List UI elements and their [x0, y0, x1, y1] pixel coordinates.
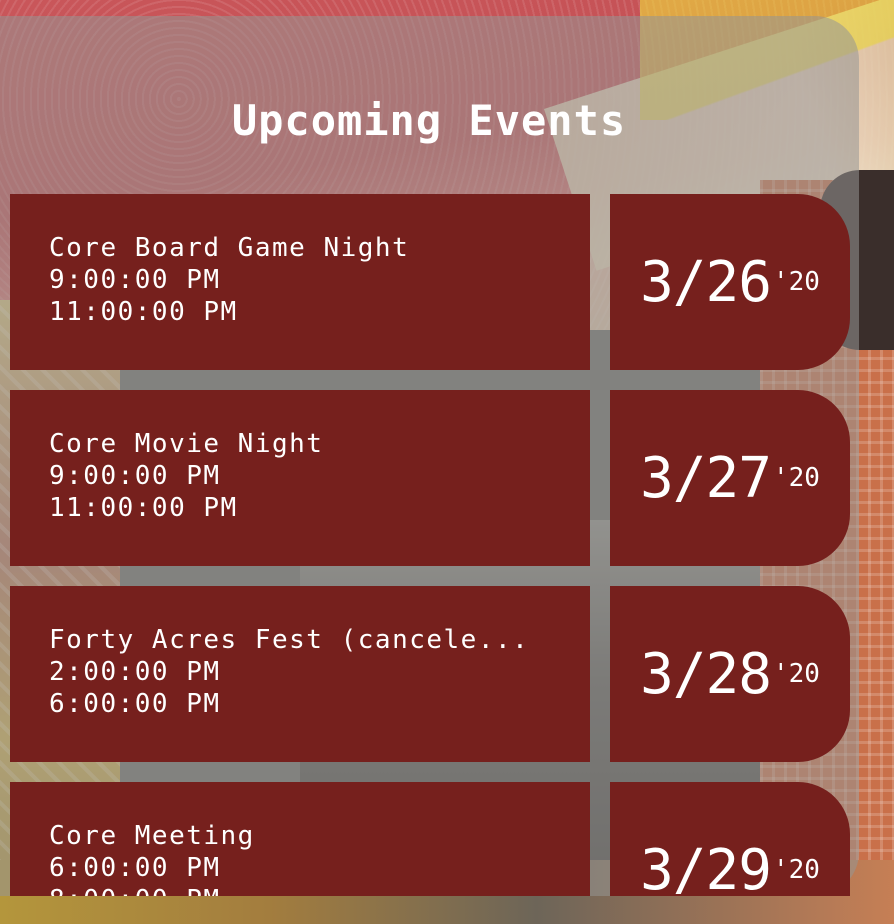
event-info-card[interactable]: Core Movie Night 9:00:00 PM 11:00:00 PM [10, 390, 590, 566]
event-date: 3/27 [640, 445, 772, 511]
event-date: 3/26 [640, 249, 772, 315]
event-row[interactable]: Core Movie Night 9:00:00 PM 11:00:00 PM … [10, 390, 850, 566]
event-date: 3/28 [640, 641, 772, 707]
event-row[interactable]: Forty Acres Fest (cancele... 2:00:00 PM … [10, 586, 850, 762]
event-year: '20 [772, 267, 820, 297]
event-row[interactable]: Core Meeting 6:00:00 PM 8:00:00 PM 3/29'… [10, 782, 850, 896]
event-info-card[interactable]: Forty Acres Fest (cancele... 2:00:00 PM … [10, 586, 590, 762]
page-title: Upcoming Events [231, 96, 627, 145]
event-year: '20 [772, 463, 820, 493]
event-end-time: 11:00:00 PM [49, 297, 238, 327]
event-name: Core Meeting [49, 821, 255, 851]
event-year: '20 [772, 659, 820, 689]
event-row[interactable]: Core Board Game Night 9:00:00 PM 11:00:0… [10, 194, 850, 370]
event-date-card[interactable]: 3/26'20 [610, 194, 850, 370]
event-date: 3/29 [640, 837, 772, 897]
event-name: Forty Acres Fest (cancele... [49, 625, 530, 655]
event-name: Core Movie Night [49, 429, 324, 459]
event-year: '20 [772, 855, 820, 885]
event-date-card[interactable]: 3/27'20 [610, 390, 850, 566]
event-start-time: 9:00:00 PM [49, 265, 221, 295]
event-start-time: 9:00:00 PM [49, 461, 221, 491]
event-start-time: 6:00:00 PM [49, 853, 221, 883]
event-start-time: 2:00:00 PM [49, 657, 221, 687]
event-name: Core Board Game Night [49, 233, 410, 263]
event-end-time: 6:00:00 PM [49, 689, 221, 719]
event-date-card[interactable]: 3/28'20 [610, 586, 850, 762]
event-info-card[interactable]: Core Board Game Night 9:00:00 PM 11:00:0… [10, 194, 590, 370]
event-end-time: 8:00:00 PM [49, 884, 590, 896]
event-date-card[interactable]: 3/29'20 [610, 782, 850, 896]
event-info-card[interactable]: Core Meeting 6:00:00 PM 8:00:00 PM [10, 782, 590, 896]
event-end-time: 11:00:00 PM [49, 493, 238, 523]
